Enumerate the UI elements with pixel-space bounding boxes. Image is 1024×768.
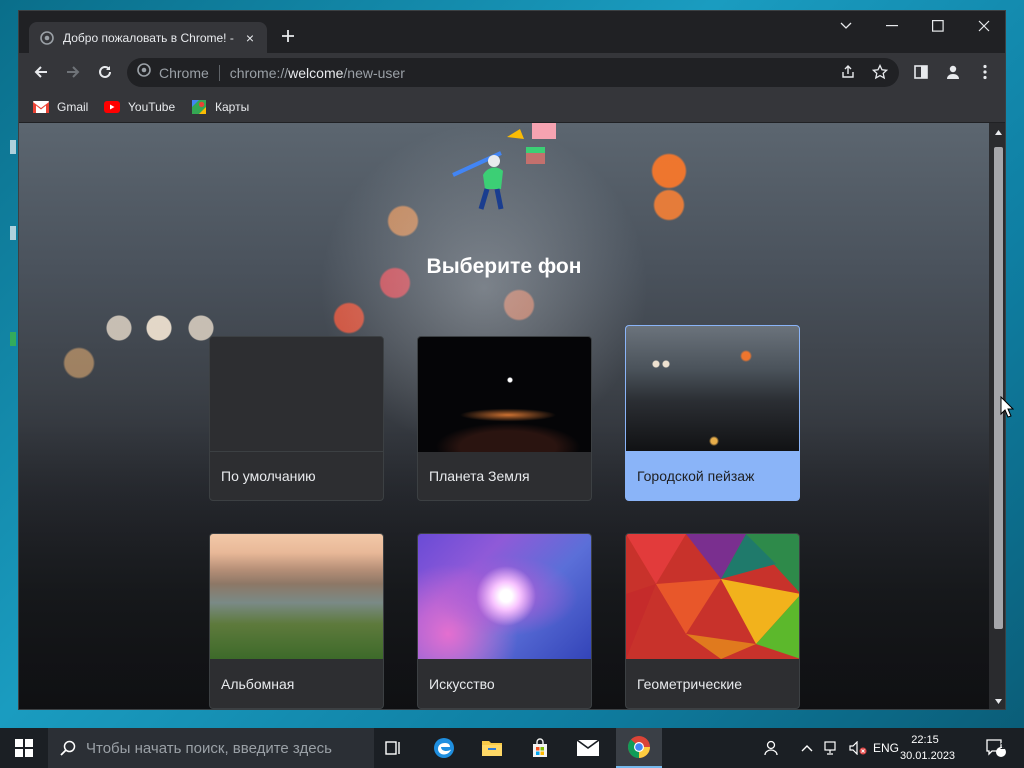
- page-heading: Выберите фон: [426, 255, 582, 278]
- people-icon: [764, 740, 778, 756]
- scroll-up-icon[interactable]: [994, 128, 1003, 138]
- tab-title: Добро пожаловать в Chrome! -: [63, 30, 234, 45]
- taskbar-mail[interactable]: [568, 728, 608, 768]
- desktop-icon-fragment: [10, 140, 16, 154]
- show-hidden-icons-button[interactable]: [796, 728, 818, 768]
- card-thumbnail: [626, 326, 799, 451]
- profile-button[interactable]: [939, 58, 967, 86]
- scroll-down-icon[interactable]: [994, 696, 1003, 706]
- card-thumbnail: [210, 534, 383, 659]
- tab-welcome[interactable]: Добро пожаловать в Chrome! - ×: [29, 22, 267, 53]
- address-bar[interactable]: Chrome chrome://welcome/new-user: [127, 58, 899, 87]
- bookmark-label: Карты: [215, 100, 250, 114]
- task-view-icon: [385, 741, 400, 755]
- input-language[interactable]: ENG: [872, 728, 900, 768]
- site-chip: Chrome: [159, 64, 209, 81]
- clock-time: 22:15: [911, 734, 939, 746]
- welcome-page: Выберите фон По умолчанию Планета Земля …: [19, 123, 989, 709]
- card-label: Городской пейзаж: [637, 468, 755, 484]
- volume-muted-icon: [849, 741, 867, 755]
- share-icon[interactable]: [837, 61, 859, 83]
- title-bar: Добро пожаловать в Chrome! - ×: [19, 11, 1005, 53]
- tab-close-icon[interactable]: ×: [241, 29, 259, 47]
- card-label: Искусство: [429, 676, 495, 692]
- url-text: chrome://welcome/new-user: [229, 64, 405, 81]
- bookmark-gmail[interactable]: Gmail: [33, 97, 88, 117]
- action-center-button[interactable]: 1: [978, 728, 1014, 768]
- close-window-button[interactable]: [961, 11, 1005, 41]
- welcome-illustration-icon: [452, 123, 556, 210]
- chevron-up-icon: [801, 745, 813, 752]
- card-label: Альбомная: [221, 676, 295, 692]
- desktop-background: [0, 0, 18, 728]
- volume-tray-button[interactable]: [846, 728, 870, 768]
- background-card-geometric[interactable]: Геометрические: [625, 533, 800, 709]
- new-tab-button[interactable]: [277, 25, 299, 47]
- bookmark-maps[interactable]: Карты: [191, 97, 249, 117]
- gmail-icon: [33, 101, 49, 113]
- background-card-cityscape[interactable]: Городской пейзаж: [625, 325, 800, 501]
- taskbar-file-explorer[interactable]: [472, 728, 512, 768]
- maximize-button[interactable]: [915, 11, 961, 41]
- menu-kebab-icon[interactable]: [971, 58, 999, 86]
- store-icon: [533, 738, 547, 757]
- maps-icon: [192, 100, 206, 114]
- background-card-landscape[interactable]: Альбомная: [209, 533, 384, 709]
- toolbar: Chrome chrome://welcome/new-user: [19, 53, 1005, 91]
- card-thumbnail: [210, 337, 383, 452]
- taskbar: Чтобы начать поиск, введите здесь ENG 22…: [0, 728, 1024, 768]
- side-panel-button[interactable]: [907, 58, 935, 86]
- task-view-button[interactable]: [374, 728, 412, 768]
- chrome-window: Добро пожаловать в Chrome! - × Chrome ch…: [18, 10, 1006, 710]
- chrome-favicon-icon: [39, 30, 55, 46]
- search-icon: [60, 740, 76, 756]
- card-label: По умолчанию: [221, 468, 316, 484]
- network-tray-button[interactable]: [820, 728, 844, 768]
- taskbar-edge[interactable]: [424, 728, 464, 768]
- search-placeholder: Чтобы начать поиск, введите здесь: [86, 739, 332, 757]
- people-button[interactable]: [758, 728, 788, 768]
- edge-icon: [434, 738, 454, 758]
- minimize-button[interactable]: [869, 11, 915, 41]
- bookmark-label: Gmail: [57, 100, 89, 114]
- bookmark-label: YouTube: [128, 100, 176, 114]
- card-thumbnail: [418, 534, 591, 659]
- background-card-earth[interactable]: Планета Земля: [417, 336, 592, 501]
- chrome-icon: [628, 736, 650, 758]
- back-button[interactable]: [27, 58, 55, 86]
- bookmarks-bar: Gmail YouTube Карты: [19, 91, 1005, 123]
- youtube-icon: [104, 101, 120, 113]
- background-card-art[interactable]: Искусство: [417, 533, 592, 709]
- desktop-icon-fragment: [10, 226, 16, 240]
- forward-button[interactable]: [59, 58, 87, 86]
- chip-divider: [218, 64, 220, 81]
- network-icon: [824, 741, 836, 755]
- background-card-default[interactable]: По умолчанию: [209, 336, 384, 501]
- bookmark-youtube[interactable]: YouTube: [104, 97, 175, 117]
- clock-date: 30.01.2023: [900, 750, 956, 762]
- card-thumbnail: [626, 534, 799, 659]
- tab-search-button[interactable]: [823, 11, 869, 41]
- taskbar-store[interactable]: [520, 728, 560, 768]
- desktop-icon-fragment: [10, 332, 16, 346]
- mouse-cursor-icon: [1000, 396, 1014, 418]
- card-label: Планета Земля: [429, 468, 530, 484]
- taskbar-search-box[interactable]: Чтобы начать поиск, введите здесь: [48, 728, 374, 768]
- taskbar-chrome[interactable]: [616, 728, 662, 768]
- windows-logo-icon: [15, 739, 33, 757]
- card-label: Геометрические: [637, 676, 742, 692]
- reload-button[interactable]: [91, 58, 119, 86]
- taskbar-clock[interactable]: 22:15 30.01.2023: [900, 732, 956, 764]
- notification-count: 1: [1000, 741, 1006, 751]
- bookmark-star-icon[interactable]: [869, 61, 891, 83]
- start-button[interactable]: [0, 728, 48, 768]
- card-thumbnail: [418, 337, 591, 452]
- folder-icon: [482, 741, 502, 756]
- mail-icon: [577, 740, 599, 756]
- geometric-pattern: [626, 534, 799, 659]
- scroll-thumb[interactable]: [994, 147, 1003, 629]
- chrome-logo-icon: [137, 63, 151, 82]
